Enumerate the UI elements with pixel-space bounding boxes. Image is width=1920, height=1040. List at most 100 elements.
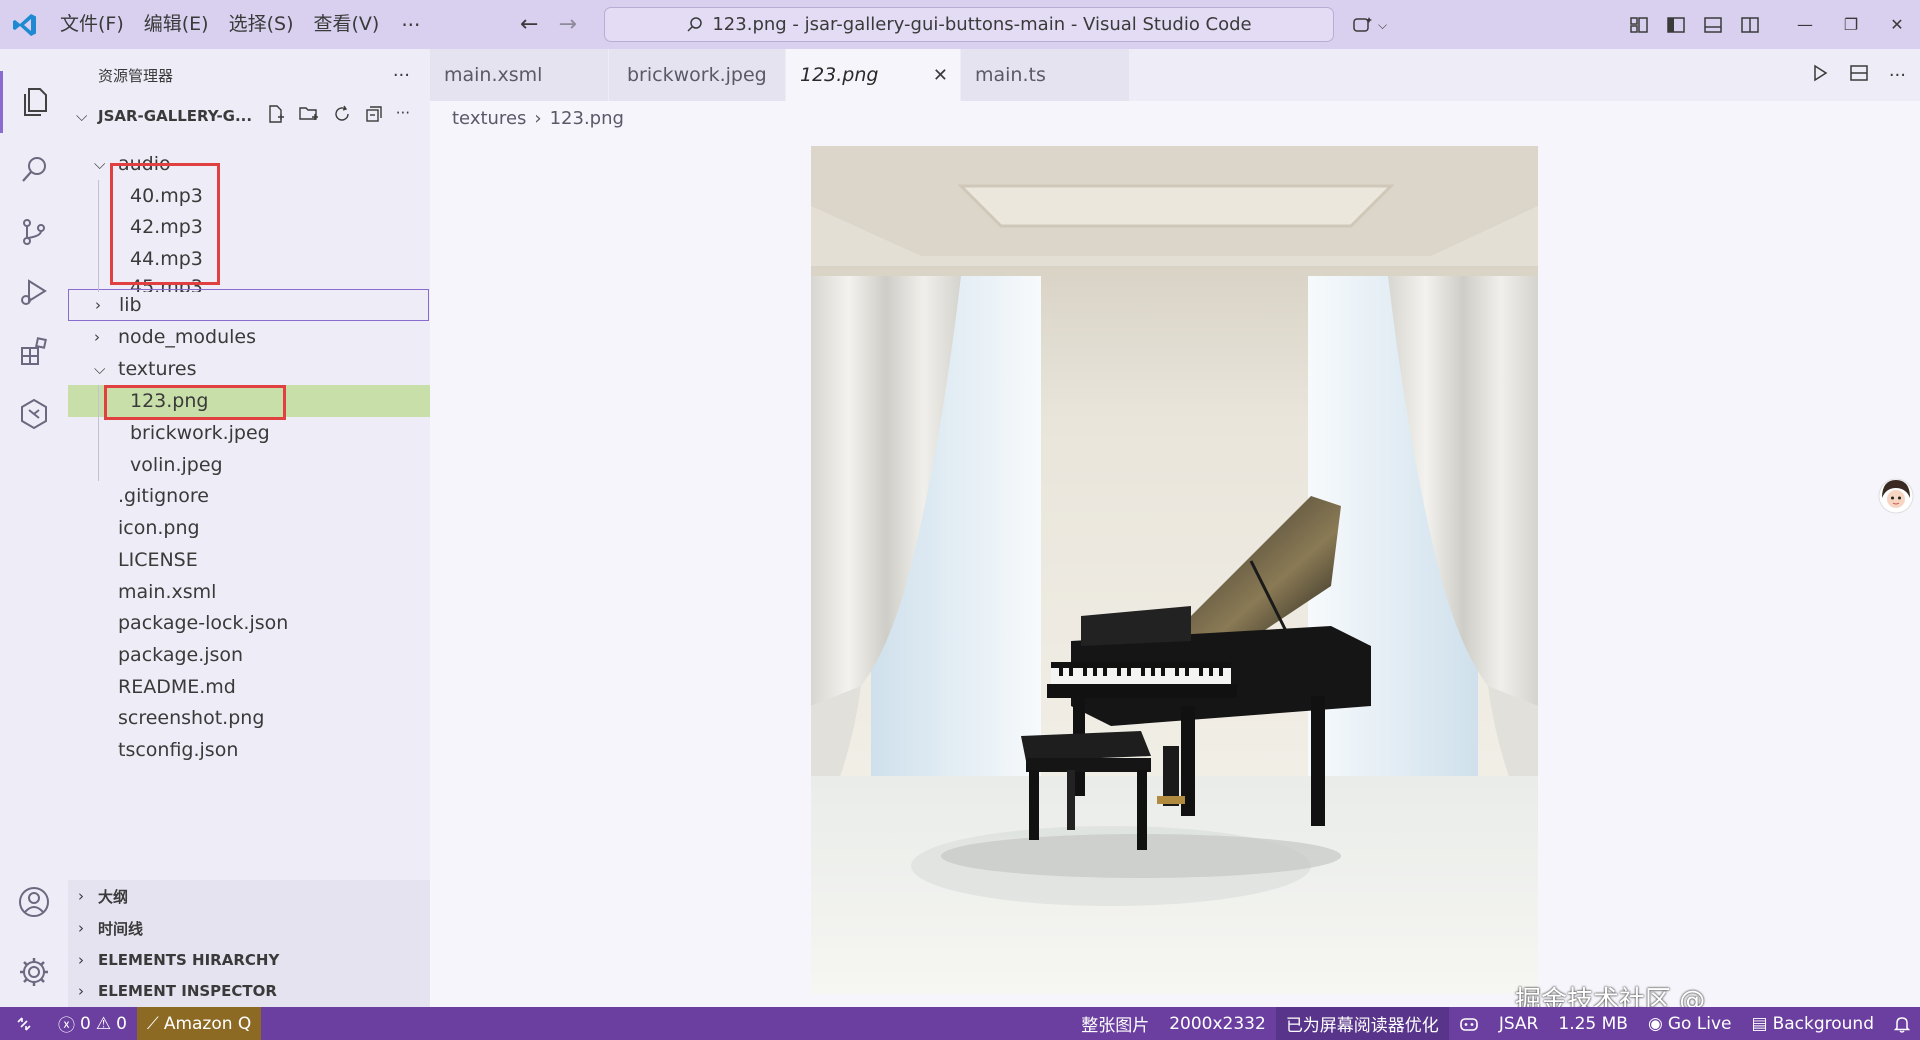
toggle-panel-icon[interactable] (1694, 0, 1731, 49)
error-count: 0 (80, 1013, 91, 1034)
editor-more-icon[interactable]: ··· (1889, 65, 1906, 86)
tree-file-screenshot-png[interactable]: screenshot.png (68, 702, 430, 734)
workspace-root-header[interactable]: ⌵ JSAR-GALLERY-G... ··· (68, 101, 430, 131)
image-zoom-status[interactable]: 整张图片 (1071, 1007, 1159, 1040)
breadcrumb-item[interactable]: textures (452, 108, 526, 129)
tree-item-label: node_modules (118, 326, 257, 348)
chevron-down-icon: ⌵ (94, 155, 106, 173)
outline-section[interactable]: › 大纲 (68, 880, 430, 912)
problems-indicator[interactable]: ⓧ 0 ⚠ 0 (48, 1007, 137, 1040)
jsar-extension-icon[interactable] (0, 383, 68, 445)
go-live-label: Go Live (1667, 1013, 1732, 1034)
more-actions-icon[interactable]: ··· (396, 104, 410, 128)
tab-label: main.ts (975, 64, 1046, 86)
timeline-section[interactable]: › 时间线 (68, 912, 430, 944)
tree-item-label: LICENSE (118, 549, 198, 571)
gear-icon[interactable] (0, 941, 68, 1003)
menu-selection[interactable]: 选择(S) (219, 0, 304, 49)
tree-folder-lib[interactable]: › lib (68, 289, 429, 321)
element-inspector-section[interactable]: › ELEMENT INSPECTOR (68, 975, 430, 1007)
command-center[interactable]: 123.png - jsar-gallery-gui-buttons-main … (604, 7, 1334, 42)
chevron-right-icon: › (78, 887, 84, 905)
tab-label: brickwork.jpeg (627, 64, 767, 86)
tree-file-main-xsml[interactable]: main.xsml (68, 576, 430, 608)
explorer-sidebar: 资源管理器 ··· ⌵ JSAR-GALLERY-G... ··· ⌵ audi… (68, 49, 430, 1007)
minimize-button[interactable]: — (1782, 0, 1828, 49)
annotation-box-audio-files (110, 163, 220, 285)
amazon-q-button[interactable]: ⟋ Amazon Q (136, 1007, 262, 1040)
tab-123-png[interactable]: 123.png ✕ (786, 49, 960, 101)
explorer-title: 资源管理器 (98, 66, 174, 85)
screen-reader-status[interactable]: 已为屏幕阅读器优化 (1275, 1007, 1449, 1040)
elements-hierarchy-section[interactable]: › ELEMENTS HIRARCHY (68, 944, 430, 976)
back-arrow-icon[interactable]: ← (520, 12, 538, 37)
tree-folder-node-modules[interactable]: › node_modules (68, 321, 430, 353)
refresh-icon[interactable] (332, 104, 352, 128)
tree-file-package-json[interactable]: package.json (68, 639, 430, 671)
source-control-icon[interactable] (0, 201, 68, 263)
outline-label: 大纲 (98, 887, 129, 906)
tree-item-label: lib (119, 294, 142, 316)
tree-item-label: brickwork.jpeg (130, 422, 270, 444)
jsar-status[interactable]: JSAR (1489, 1007, 1549, 1040)
menu-more-icon[interactable]: ··· (389, 13, 432, 37)
copilot-button[interactable]: ⌵ (1352, 8, 1387, 42)
tree-file-volin-jpeg[interactable]: volin.jpeg (68, 449, 430, 481)
menu-view[interactable]: 查看(V) (304, 0, 390, 49)
explorer-icon[interactable] (0, 71, 68, 133)
explorer-more-icon[interactable]: ··· (393, 65, 410, 86)
account-icon[interactable] (0, 871, 68, 933)
floating-avatar[interactable] (1876, 476, 1916, 522)
breadcrumb-item[interactable]: 123.png (550, 108, 624, 129)
tree-item-label: main.xsml (118, 581, 217, 603)
extensions-icon[interactable] (0, 321, 68, 383)
tree-file-license[interactable]: LICENSE (68, 544, 430, 576)
tree-folder-textures[interactable]: ⌵ textures (68, 353, 430, 385)
workspace-root-label: JSAR-GALLERY-G... (98, 107, 253, 125)
tree-file-tsconfig-json[interactable]: tsconfig.json (68, 734, 430, 766)
tab-main-ts[interactable]: main.ts (961, 49, 1129, 101)
chevron-right-icon: › (78, 982, 84, 1000)
menu-file[interactable]: 文件(F) (50, 0, 134, 49)
customize-layout-icon[interactable] (1620, 0, 1657, 49)
close-window-button[interactable]: ✕ (1874, 0, 1920, 49)
notifications-bell-icon[interactable] (1884, 1007, 1920, 1040)
remote-indicator-icon[interactable] (0, 1007, 48, 1040)
go-live-button[interactable]: ◉ Go Live (1638, 1007, 1742, 1040)
image-preview-piano (811, 146, 1538, 994)
tree-item-label: textures (118, 358, 197, 380)
tree-file-gitignore[interactable]: .gitignore (68, 480, 430, 512)
split-editor-icon[interactable] (1849, 63, 1869, 88)
tree-file-readme-md[interactable]: README.md (68, 671, 430, 703)
menu-edit[interactable]: 编辑(E) (134, 0, 219, 49)
breadcrumb: textures › 123.png (430, 101, 1920, 135)
element-inspector-label: ELEMENT INSPECTOR (98, 982, 277, 1000)
tree-file-package-lock-json[interactable]: package-lock.json (68, 607, 430, 639)
menu-bar: 文件(F) 编辑(E) 选择(S) 查看(V) ··· (50, 0, 432, 49)
toggle-secondary-sidebar-icon[interactable] (1731, 0, 1768, 49)
new-file-icon[interactable] (266, 104, 286, 128)
activity-bar (0, 49, 68, 1007)
copilot-status-icon[interactable] (1449, 1007, 1489, 1040)
new-folder-icon[interactable] (298, 104, 320, 128)
run-icon[interactable] (1811, 64, 1829, 87)
warning-icon: ⚠ (95, 1013, 112, 1034)
elements-hierarchy-label: ELEMENTS HIRARCHY (98, 951, 280, 969)
tree-file-brickwork-jpeg[interactable]: brickwork.jpeg (68, 417, 430, 449)
run-debug-icon[interactable] (0, 261, 68, 323)
restore-button[interactable]: ❐ (1828, 0, 1874, 49)
toggle-primary-sidebar-icon[interactable] (1657, 0, 1694, 49)
chevron-right-icon: › (78, 951, 84, 969)
tab-brickwork-jpeg[interactable]: brickwork.jpeg (609, 49, 785, 101)
collapse-all-icon[interactable] (364, 104, 384, 128)
background-button[interactable]: ▤ Background (1742, 1007, 1884, 1040)
tree-item-label: tsconfig.json (118, 739, 239, 761)
forward-arrow-icon[interactable]: → (558, 12, 576, 37)
search-icon[interactable] (0, 139, 68, 201)
tab-main-xsml[interactable]: main.xsml (430, 49, 608, 101)
tree-file-icon-png[interactable]: icon.png (68, 512, 430, 544)
copilot-icon (1353, 17, 1372, 32)
warning-count: 0 (116, 1013, 127, 1034)
timeline-label: 时间线 (98, 919, 144, 938)
close-icon[interactable]: ✕ (933, 65, 948, 86)
